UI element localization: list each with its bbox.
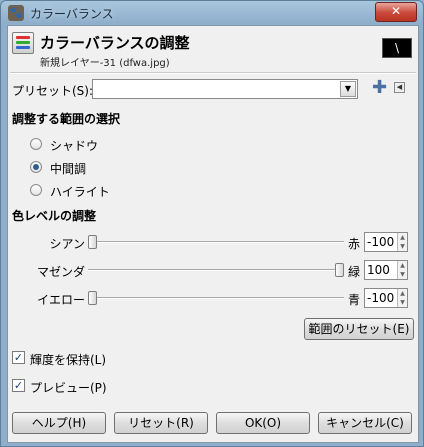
spin-up-icon[interactable]: ▲ [397, 289, 407, 298]
cancel-button[interactable]: キャンセル(C) [318, 412, 412, 434]
slider-right-label: 赤 [348, 237, 361, 251]
spinbox-value: -100 [367, 235, 395, 249]
radio-button[interactable] [30, 138, 42, 150]
dialog-header: カラーバランスの調整 新規レイヤー-31 (dfwa.jpg) \ [8, 26, 418, 72]
layer-name: 新規レイヤー-31 (dfwa.jpg) [40, 58, 170, 69]
spin-down-icon[interactable]: ▼ [397, 298, 407, 307]
radio-label: ハイライト [50, 185, 110, 199]
radio-label: 中間調 [50, 162, 87, 176]
slider-cyan-red: シアン 赤 -100 ▲ ▼ [8, 232, 418, 254]
value-spinbox[interactable]: -100 ▲ ▼ [364, 232, 408, 252]
radio-button[interactable] [30, 184, 42, 196]
spin-down-icon[interactable]: ▼ [397, 270, 407, 279]
dialog-window: 🐾 カラーバランス ✕ カラーバランスの調整 新規レイヤー-31 (dfwa.j… [0, 0, 424, 447]
help-button[interactable]: ヘルプ(H) [12, 412, 106, 434]
slider-right-label: 緑 [348, 265, 361, 279]
checkbox-label: プレビュー(P) [30, 381, 107, 395]
checkbox-label: 輝度を保持(L) [30, 353, 107, 367]
divider [10, 72, 416, 74]
slider-track[interactable] [88, 269, 344, 271]
value-spinbox[interactable]: 100 ▲ ▼ [364, 260, 408, 280]
slider-right-label: 青 [348, 293, 361, 307]
levels-section-title: 色レベルの調整 [12, 209, 97, 223]
slider-left-label: マゼンダ [36, 265, 85, 279]
preset-menu-icon[interactable]: ◀ [394, 82, 405, 93]
dialog-title: カラーバランスの調整 [40, 34, 190, 52]
slider-left-label: シアン [49, 237, 85, 251]
spinbox-value: 100 [367, 263, 390, 277]
slider-left-label: イエロー [37, 293, 85, 307]
value-spinbox[interactable]: -100 ▲ ▼ [364, 288, 408, 308]
ok-button[interactable]: OK(O) [216, 412, 310, 434]
spin-up-icon[interactable]: ▲ [397, 261, 407, 270]
add-preset-icon[interactable]: ✚ [372, 78, 387, 98]
checkbox[interactable]: ✓ [12, 379, 25, 392]
gimp-icon: 🐾 [8, 5, 24, 21]
slider-track[interactable] [88, 297, 344, 299]
reset-range-button[interactable]: 範囲のリセット(E) [304, 318, 414, 340]
slider-thumb[interactable] [335, 263, 344, 277]
slider-yellow-blue: イエロー 青 -100 ▲ ▼ [8, 288, 418, 310]
slider-thumb[interactable] [88, 235, 97, 249]
preset-label: プリセット(S): [12, 84, 94, 98]
range-section-title: 調整する範囲の選択 [12, 112, 121, 126]
reset-button[interactable]: リセット(R) [114, 412, 208, 434]
spin-up-icon[interactable]: ▲ [397, 233, 407, 242]
spinbox-value: -100 [367, 291, 395, 305]
slider-track[interactable] [88, 241, 344, 243]
close-button[interactable]: ✕ [375, 2, 417, 22]
radio-button[interactable] [30, 161, 42, 173]
slider-thumb[interactable] [88, 291, 97, 305]
radio-label: シャドウ [50, 139, 99, 153]
checkbox[interactable]: ✓ [12, 351, 25, 364]
preset-combobox[interactable]: ▼ [92, 79, 358, 99]
slider-magenta-green: マゼンダ 緑 100 ▲ ▼ [8, 260, 418, 282]
dialog-body: カラーバランスの調整 新規レイヤー-31 (dfwa.jpg) \ プリセット(… [7, 25, 419, 443]
window-title: カラーバランス [30, 7, 114, 21]
color-balance-icon [12, 32, 34, 54]
spin-down-icon[interactable]: ▼ [397, 242, 407, 251]
title-bar[interactable]: 🐾 カラーバランス ✕ [1, 1, 423, 25]
layer-thumbnail: \ [382, 38, 412, 58]
chevron-down-icon[interactable]: ▼ [340, 81, 356, 97]
